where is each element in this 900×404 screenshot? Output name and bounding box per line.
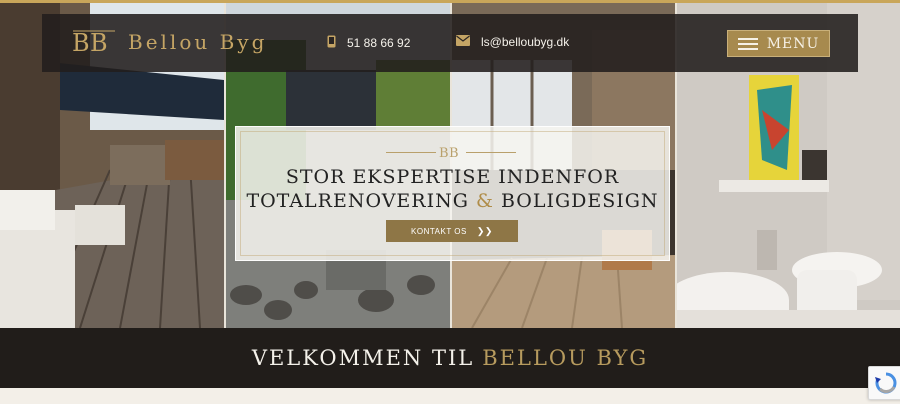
svg-text:B: B (449, 146, 459, 160)
brand-name: Bellou Byg (128, 30, 268, 54)
recaptcha-badge[interactable] (868, 366, 900, 400)
hero-section: B B Bellou Byg 51 88 66 92 ls@belloubyg.… (0, 0, 900, 328)
brand-logo[interactable]: B B Bellou Byg (70, 27, 267, 57)
envelope-icon (456, 35, 470, 49)
bb-monogram-icon: B B (72, 29, 115, 57)
chevron-right-icon: ❯❯ (476, 225, 493, 236)
hero-headline-line1: Stor ekspertise indenfor (285, 166, 620, 188)
phone-icon (327, 35, 336, 51)
menu-button[interactable]: MENU (727, 30, 830, 57)
svg-text:B: B (72, 29, 90, 57)
top-accent-line (0, 0, 900, 3)
hero-text-box: B B Stor ekspertise indenfor totalrenove… (235, 126, 670, 261)
email-contact[interactable]: ls@belloubyg.dk (456, 35, 569, 49)
hamburger-icon (737, 37, 758, 50)
ampersand: & (475, 190, 494, 212)
welcome-banner: Velkommen til Bellou Byg (0, 328, 900, 388)
menu-label: MENU (766, 35, 820, 52)
recaptcha-icon (875, 372, 897, 394)
contact-us-label: KONTAKT OS (411, 226, 467, 236)
contact-us-button[interactable]: KONTAKT OS ❯❯ (386, 220, 518, 242)
svg-text:B: B (439, 146, 449, 160)
email-address: ls@belloubyg.dk (481, 35, 570, 49)
phone-number: 51 88 66 92 (347, 36, 411, 50)
svg-text:B: B (90, 29, 108, 57)
ornament-divider: B B (386, 144, 516, 160)
bb-monogram-small-icon: B B (439, 146, 459, 160)
header-navbar: B B Bellou Byg 51 88 66 92 ls@belloubyg.… (42, 14, 858, 72)
welcome-text: Velkommen til (251, 346, 475, 370)
welcome-brand: Bellou Byg (482, 346, 649, 370)
hero-headline-line2: totalrenovering & boligdesign (246, 190, 659, 212)
phone-contact[interactable]: 51 88 66 92 (327, 35, 410, 51)
